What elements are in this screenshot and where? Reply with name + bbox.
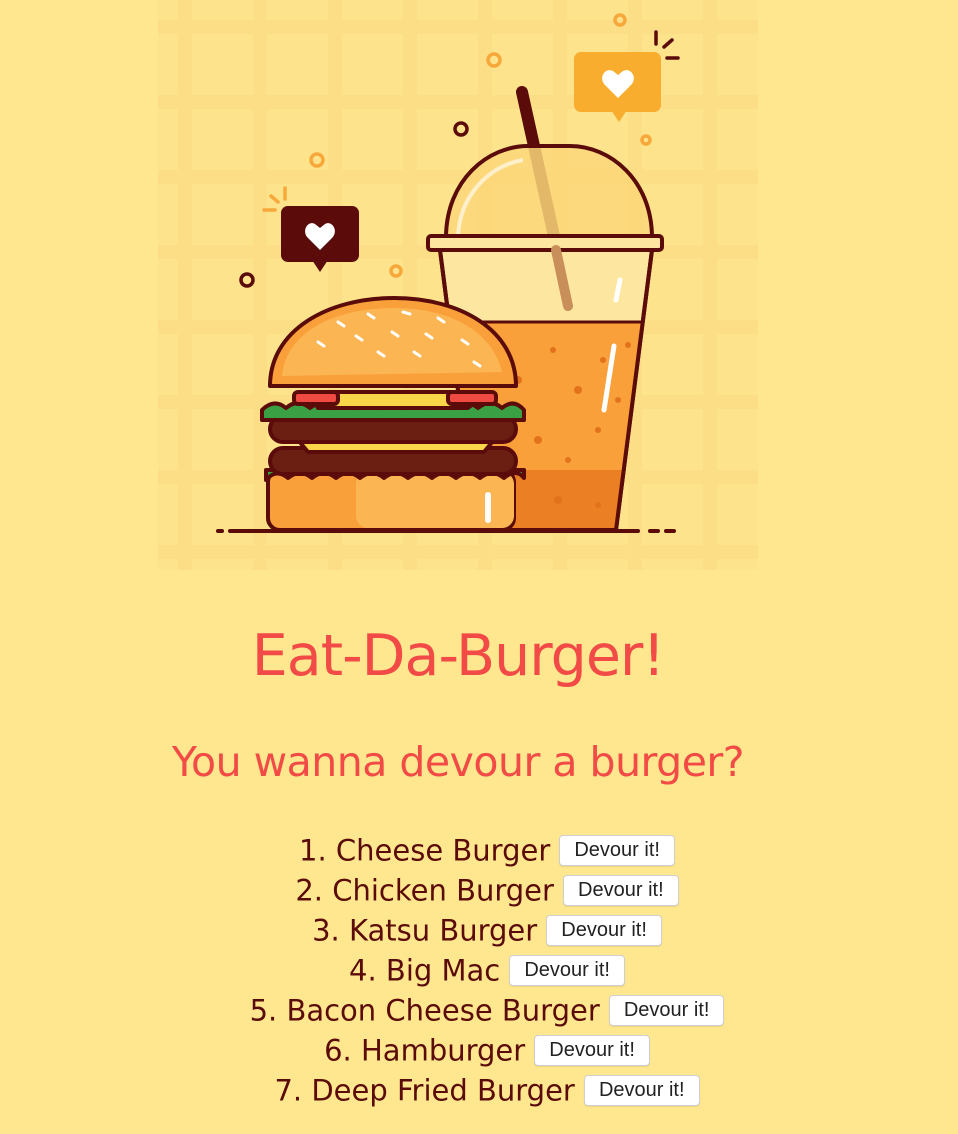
list-item: 1. Cheese Burger Devour it!	[0, 830, 958, 870]
devour-button[interactable]: Devour it!	[546, 915, 662, 946]
burger-drink-illustration	[158, 0, 758, 570]
devour-button[interactable]: Devour it!	[534, 1035, 650, 1066]
heart-bubble-orange	[574, 52, 661, 122]
burger-name: 7. Deep Fried Burger	[274, 1073, 575, 1108]
page-title: Eat-Da-Burger!	[251, 623, 665, 689]
page-subtitle: You wanna devour a burger?	[171, 738, 745, 786]
list-item: 2. Chicken Burger Devour it!	[0, 870, 958, 910]
list-item: 7. Deep Fried Burger Devour it!	[0, 1070, 958, 1110]
burger	[260, 296, 526, 532]
burger-name: 2. Chicken Burger	[295, 873, 554, 908]
list-item: 5. Bacon Cheese Burger Devour it!	[0, 990, 958, 1030]
list-item: 3. Katsu Burger Devour it!	[0, 910, 958, 950]
devour-button[interactable]: Devour it!	[559, 835, 675, 866]
devour-button[interactable]: Devour it!	[509, 955, 625, 986]
burger-name: 1. Cheese Burger	[299, 833, 551, 868]
devour-button[interactable]: Devour it!	[608, 995, 725, 1026]
list-item: 6. Hamburger Devour it!	[0, 1030, 958, 1070]
burger-name: 3. Katsu Burger	[312, 913, 538, 948]
burger-name: 5. Bacon Cheese Burger	[249, 993, 600, 1028]
burger-list: 1. Cheese Burger Devour it! 2. Chicken B…	[0, 830, 958, 1110]
list-item: 4. Big Mac Devour it!	[0, 950, 958, 990]
page: Eat-Da-Burger! You wanna devour a burger…	[0, 0, 958, 1134]
devour-button[interactable]: Devour it!	[583, 1075, 700, 1106]
devour-button[interactable]: Devour it!	[563, 875, 679, 906]
burger-name: 6. Hamburger	[324, 1033, 526, 1068]
burger-name: 4. Big Mac	[349, 953, 501, 988]
